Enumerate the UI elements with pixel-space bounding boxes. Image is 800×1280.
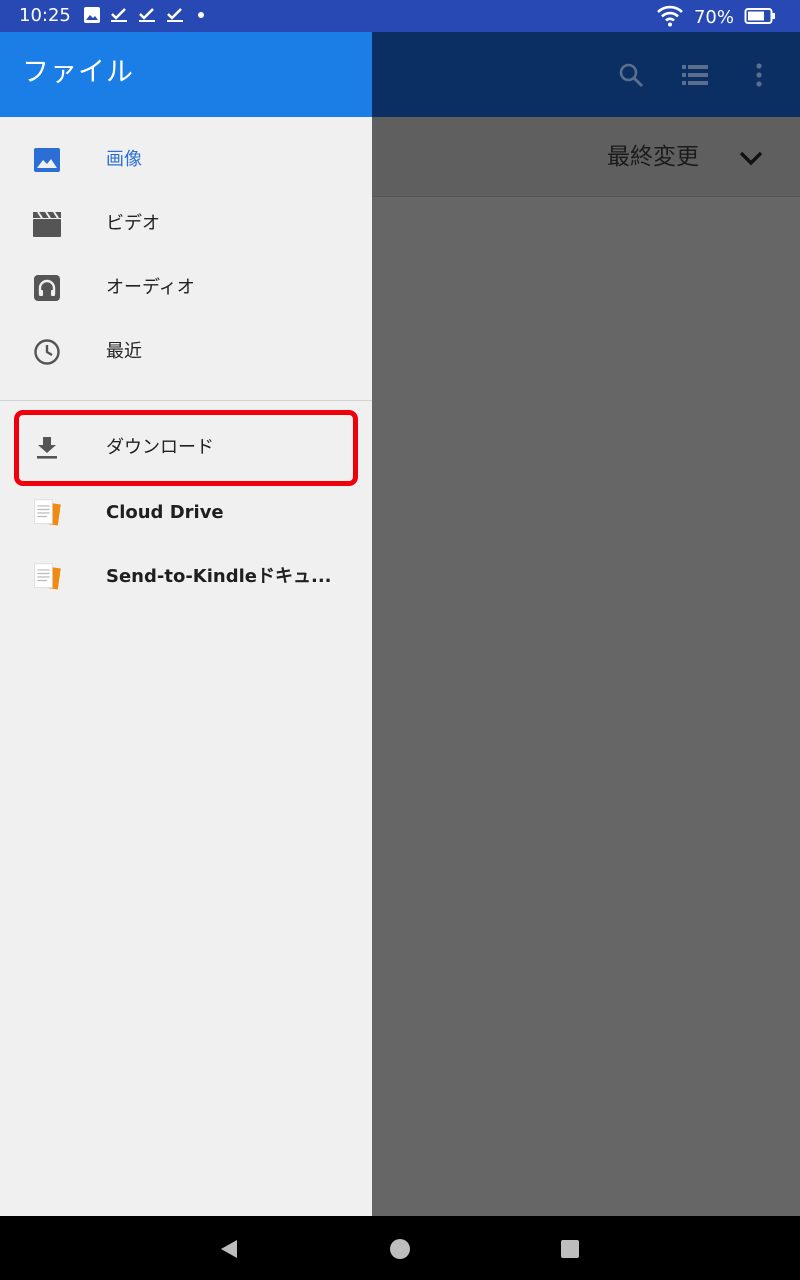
chevron-down-icon[interactable]	[736, 143, 766, 173]
content-area	[372, 197, 800, 1216]
status-time: 10:25	[19, 5, 71, 26]
nav-label-send-to-kindle: Send-to-Kindleドキュ...	[106, 566, 332, 587]
nav-label-cloud-drive: Cloud Drive	[106, 502, 224, 523]
home-icon[interactable]	[389, 1238, 411, 1260]
nav-item-recent[interactable]: 最近	[0, 320, 372, 384]
battery-icon	[744, 7, 776, 29]
sort-bar[interactable]: 最終変更	[372, 117, 800, 197]
wifi-icon	[656, 5, 684, 31]
nav-label-images: 画像	[106, 149, 142, 170]
dot-icon	[194, 7, 208, 23]
check-icon	[110, 7, 128, 23]
nav-item-send-to-kindle[interactable]: Send-to-Kindleドキュ...	[0, 545, 372, 609]
drawer-title: ファイル	[22, 57, 134, 88]
nav-item-video[interactable]: ビデオ	[0, 192, 372, 256]
battery-percent: 70%	[693, 7, 734, 28]
status-right: 70%	[656, 5, 776, 31]
nav-item-cloud-drive[interactable]: Cloud Drive	[0, 481, 372, 545]
image-icon	[32, 146, 62, 174]
nav-label-video: ビデオ	[106, 213, 160, 234]
toolbar-actions	[582, 60, 774, 90]
sort-label[interactable]: 最終変更	[607, 143, 699, 171]
search-icon[interactable]	[616, 60, 646, 90]
nav-item-images[interactable]: 画像	[0, 128, 372, 192]
document-icon	[32, 499, 62, 527]
nav-label-audio: オーディオ	[106, 277, 195, 298]
clock-icon	[32, 338, 62, 366]
back-icon[interactable]	[219, 1238, 241, 1260]
list-view-icon[interactable]	[680, 60, 710, 90]
navigation-drawer: ファイル 画像 ビデオ オーディオ 最近 ダウンロード Cloud Drive …	[0, 32, 372, 1216]
image-notification-icon	[84, 7, 100, 23]
nav-item-audio[interactable]: オーディオ	[0, 256, 372, 320]
highlight-annotation	[14, 410, 358, 486]
drawer-header: ファイル	[0, 32, 372, 117]
headphones-icon	[32, 274, 62, 302]
more-vert-icon[interactable]	[744, 60, 774, 90]
video-clapper-icon	[32, 210, 62, 238]
recents-icon[interactable]	[559, 1238, 581, 1260]
drawer-divider	[0, 400, 372, 401]
check-icon	[166, 7, 184, 23]
check-icon	[138, 7, 156, 23]
status-notification-icons	[84, 7, 208, 23]
status-bar: 10:25 70%	[0, 0, 800, 32]
nav-label-recent: 最近	[106, 341, 142, 362]
document-icon	[32, 563, 62, 591]
system-navigation-bar	[0, 1216, 800, 1280]
